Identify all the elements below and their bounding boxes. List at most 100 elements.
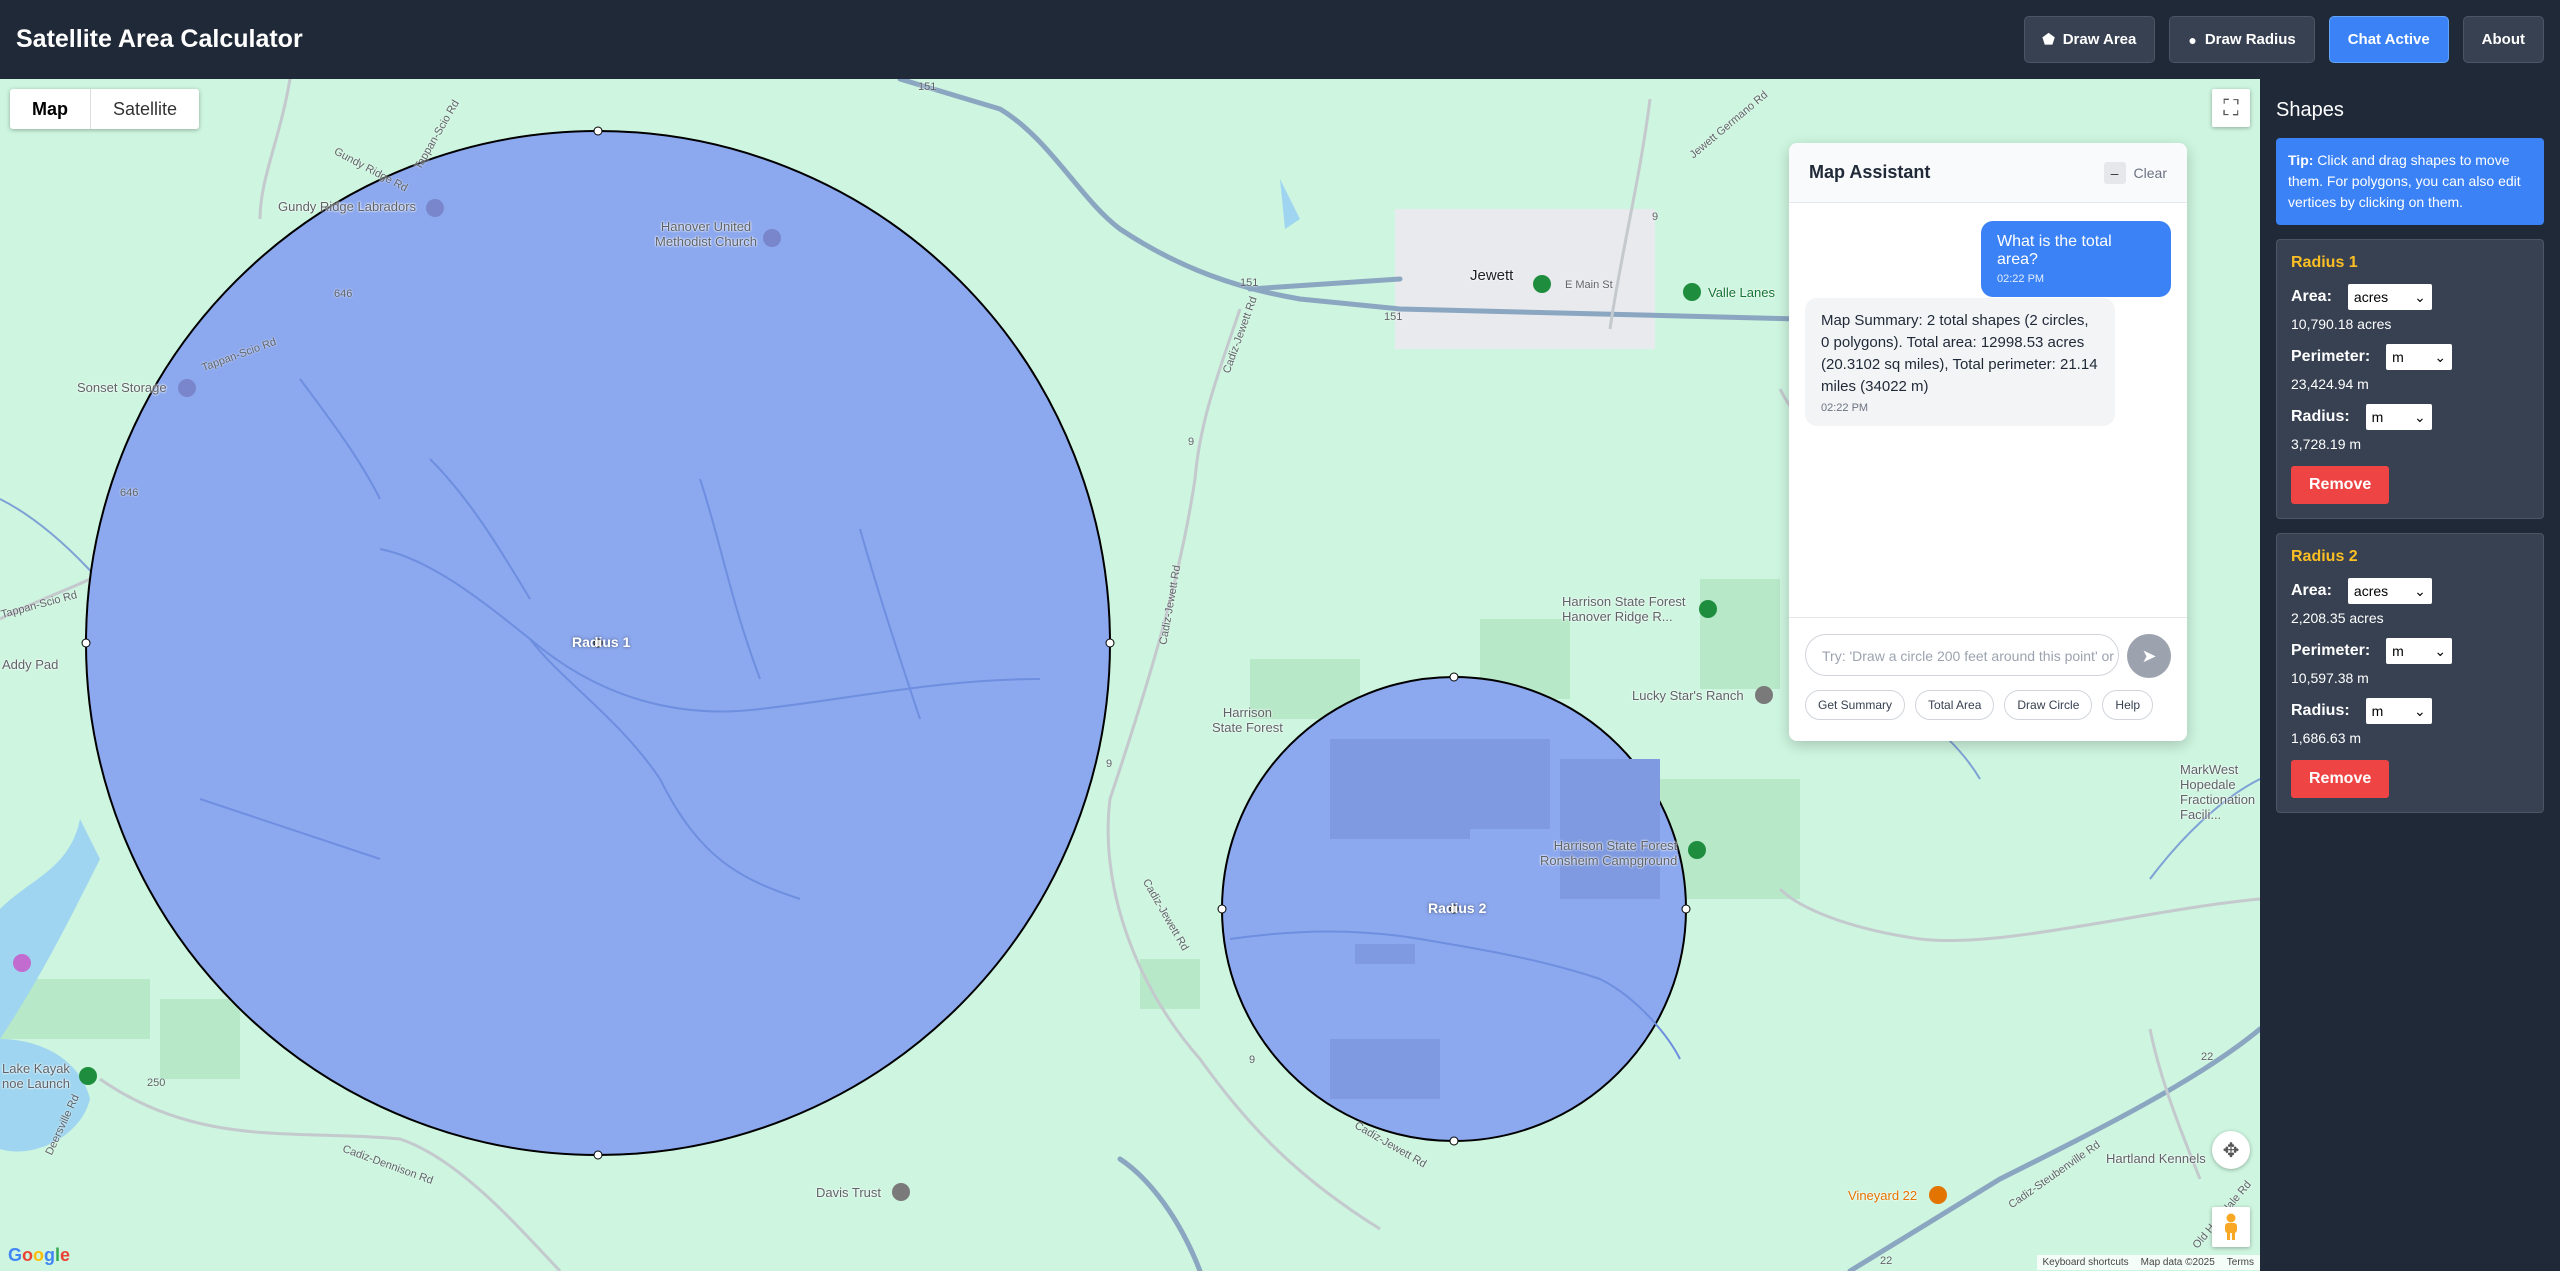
- about-button[interactable]: About: [2462, 16, 2544, 63]
- poi-label[interactable]: Valle Lanes: [1708, 285, 1775, 300]
- remove-button[interactable]: Remove: [2291, 466, 2390, 504]
- app-title: Satellite Area Calculator: [16, 25, 303, 53]
- area-unit-value: acres: [2353, 583, 2389, 599]
- road-shield: 151: [1240, 277, 1259, 289]
- chat-actions: – Clear: [2103, 161, 2167, 184]
- poi-label[interactable]: Vineyard 22: [1848, 1188, 1917, 1203]
- area-label: Area:: [2291, 288, 2332, 305]
- radius-unit-select[interactable]: m ⌄: [2365, 698, 2432, 724]
- area-unit-select[interactable]: acres ⌄: [2347, 578, 2432, 604]
- road-shield: 9: [1249, 1054, 1256, 1066]
- shape-label: Radius 2: [1428, 900, 1487, 916]
- perimeter-label: Perimeter:: [2291, 642, 2371, 659]
- draw-area-label: Draw Area: [2062, 31, 2137, 48]
- draw-radius-button[interactable]: ● Draw Radius: [2169, 16, 2315, 63]
- area-value: 10,790.18 acres: [2291, 316, 2392, 332]
- town-label: Jewett: [1470, 267, 1514, 284]
- road-shield: 9: [1106, 758, 1113, 770]
- shapes-sidebar: Shapes Tip: Click and drag shapes to mov…: [2260, 79, 2560, 1271]
- clear-chat-button[interactable]: Clear: [2134, 165, 2167, 181]
- poi-label[interactable]: Hartland Kennels: [2106, 1151, 2206, 1166]
- park-label: Harrison State Forest: [1212, 705, 1283, 735]
- road-shield: 646: [334, 288, 353, 300]
- map-attribution: Keyboard shortcuts Map data ©2025 Terms: [2036, 1255, 2260, 1270]
- radius-label: Radius:: [2291, 408, 2350, 425]
- street-view-pegman-icon[interactable]: [2212, 1207, 2250, 1247]
- poi-label[interactable]: Lucky Star's Ranch: [1632, 688, 1744, 703]
- radius-unit-select[interactable]: m ⌄: [2365, 404, 2432, 430]
- perimeter-label: Perimeter:: [2291, 348, 2371, 365]
- message-text: What is the total area?: [1997, 233, 2112, 268]
- road-shield: 151: [918, 81, 937, 93]
- tip-box: Tip: Click and drag shapes to move them.…: [2276, 138, 2544, 225]
- map-type-map-button[interactable]: Map: [10, 89, 91, 129]
- poi-label[interactable]: MarkWest Hopedale Fractionation Facili..…: [2180, 762, 2260, 822]
- about-label: About: [2481, 31, 2525, 48]
- user-message: What is the total area? 02:22 PM: [1981, 221, 2171, 297]
- quick-action-button[interactable]: Total Area: [1915, 690, 1995, 720]
- chat-input[interactable]: Try: 'Draw a circle 200 feet around this…: [1805, 634, 2119, 676]
- message-time: 02:22 PM: [1997, 273, 2045, 285]
- perimeter-unit-select[interactable]: m ⌄: [2386, 344, 2453, 370]
- tip-label: Tip:: [2288, 152, 2314, 168]
- radius-value: 3,728.19 m: [2291, 436, 2362, 452]
- chevron-down-icon: ⌄: [2434, 348, 2447, 365]
- chat-title: Map Assistant: [1809, 162, 1931, 182]
- shape-title: Radius 2: [2291, 548, 2358, 565]
- map-data-text: Map data ©2025: [2140, 1257, 2215, 1268]
- chat-header: Map Assistant – Clear: [1789, 143, 2187, 203]
- perimeter-value: 10,597.38 m: [2291, 670, 2369, 686]
- quick-action-button[interactable]: Get Summary: [1805, 690, 1906, 720]
- poi-label[interactable]: Lake Kayak noe Launch: [2, 1061, 70, 1091]
- quick-action-button[interactable]: Draw Circle: [2004, 690, 2093, 720]
- shape-card: Radius 1 Area: acres ⌄ 10,790.18 acres Per…: [2276, 239, 2544, 519]
- shape-label: Radius 1: [572, 634, 631, 650]
- minimize-button[interactable]: –: [2103, 161, 2126, 184]
- poi-label[interactable]: Gundy Ridge Labradors: [278, 199, 416, 214]
- draw-radius-label: Draw Radius: [2204, 31, 2296, 48]
- message-time: 02:22 PM: [1821, 402, 1869, 414]
- poi-label[interactable]: Harrison State Forest Ronsheim Campgroun…: [1540, 838, 1677, 868]
- app-header: Satellite Area Calculator ⬟ Draw Area ● …: [0, 0, 2560, 79]
- send-icon[interactable]: ➤: [2127, 634, 2171, 678]
- poi-label[interactable]: Harrison State Forest Hanover Ridge R...: [1562, 594, 1686, 624]
- radius-value: 1,686.63 m: [2291, 730, 2362, 746]
- area-unit-select[interactable]: acres ⌄: [2347, 284, 2432, 310]
- poi-label[interactable]: Addy Pad: [2, 657, 58, 672]
- map-canvas[interactable]: Gundy Ridge Labradors Hanover United Met…: [0, 79, 2260, 1271]
- chevron-down-icon: ⌄: [2414, 288, 2426, 305]
- message-text: Map Summary: 2 total shapes (2 circles, …: [1821, 312, 2098, 395]
- shape-title: Radius 1: [2291, 254, 2358, 271]
- shape-card: Radius 2 Area: acres ⌄ 2,208.35 acres Peri…: [2276, 533, 2544, 813]
- map-type-satellite-button[interactable]: Satellite: [91, 89, 199, 129]
- sidebar-title: Shapes: [2276, 99, 2344, 121]
- tip-text: Click and drag shapes to move them. For …: [2288, 152, 2521, 210]
- area-label: Area:: [2291, 582, 2332, 599]
- terms-link[interactable]: Terms: [2227, 1257, 2254, 1268]
- perimeter-unit-select[interactable]: m ⌄: [2386, 638, 2453, 664]
- header-toolbar: ⬟ Draw Area ● Draw Radius Chat Active Ab…: [2023, 16, 2544, 63]
- area-unit-value: acres: [2353, 289, 2389, 305]
- perimeter-unit-value: m: [2392, 643, 2404, 659]
- circle-icon: ●: [2188, 31, 2197, 48]
- road-label: E Main St: [1565, 279, 1613, 291]
- road-shield: 646: [120, 487, 139, 499]
- draw-area-button[interactable]: ⬟ Draw Area: [2023, 16, 2156, 63]
- quick-actions: Get Summary Total Area Draw Circle Help: [1805, 690, 2171, 720]
- chat-footer: Try: 'Draw a circle 200 feet around this…: [1789, 617, 2187, 741]
- chevron-down-icon: ⌄: [2434, 642, 2447, 659]
- perimeter-unit-value: m: [2392, 349, 2404, 365]
- quick-action-button[interactable]: Help: [2102, 690, 2154, 720]
- keyboard-shortcuts-link[interactable]: Keyboard shortcuts: [2043, 1257, 2129, 1268]
- poi-label[interactable]: Davis Trust: [816, 1185, 881, 1200]
- chat-toggle-button[interactable]: Chat Active: [2328, 16, 2449, 63]
- pan-control-icon[interactable]: ✥: [2212, 1131, 2250, 1169]
- road-shield: 9: [1188, 436, 1195, 448]
- road-shield: 22: [1880, 1255, 1893, 1267]
- remove-button[interactable]: Remove: [2291, 760, 2390, 798]
- road-shield: 9: [1652, 211, 1659, 223]
- poi-label[interactable]: Sonset Storage: [77, 380, 167, 395]
- poi-label[interactable]: Hanover United Methodist Church: [646, 219, 766, 249]
- fullscreen-icon[interactable]: ⛶: [2212, 89, 2250, 127]
- google-logo: Google: [8, 1245, 71, 1265]
